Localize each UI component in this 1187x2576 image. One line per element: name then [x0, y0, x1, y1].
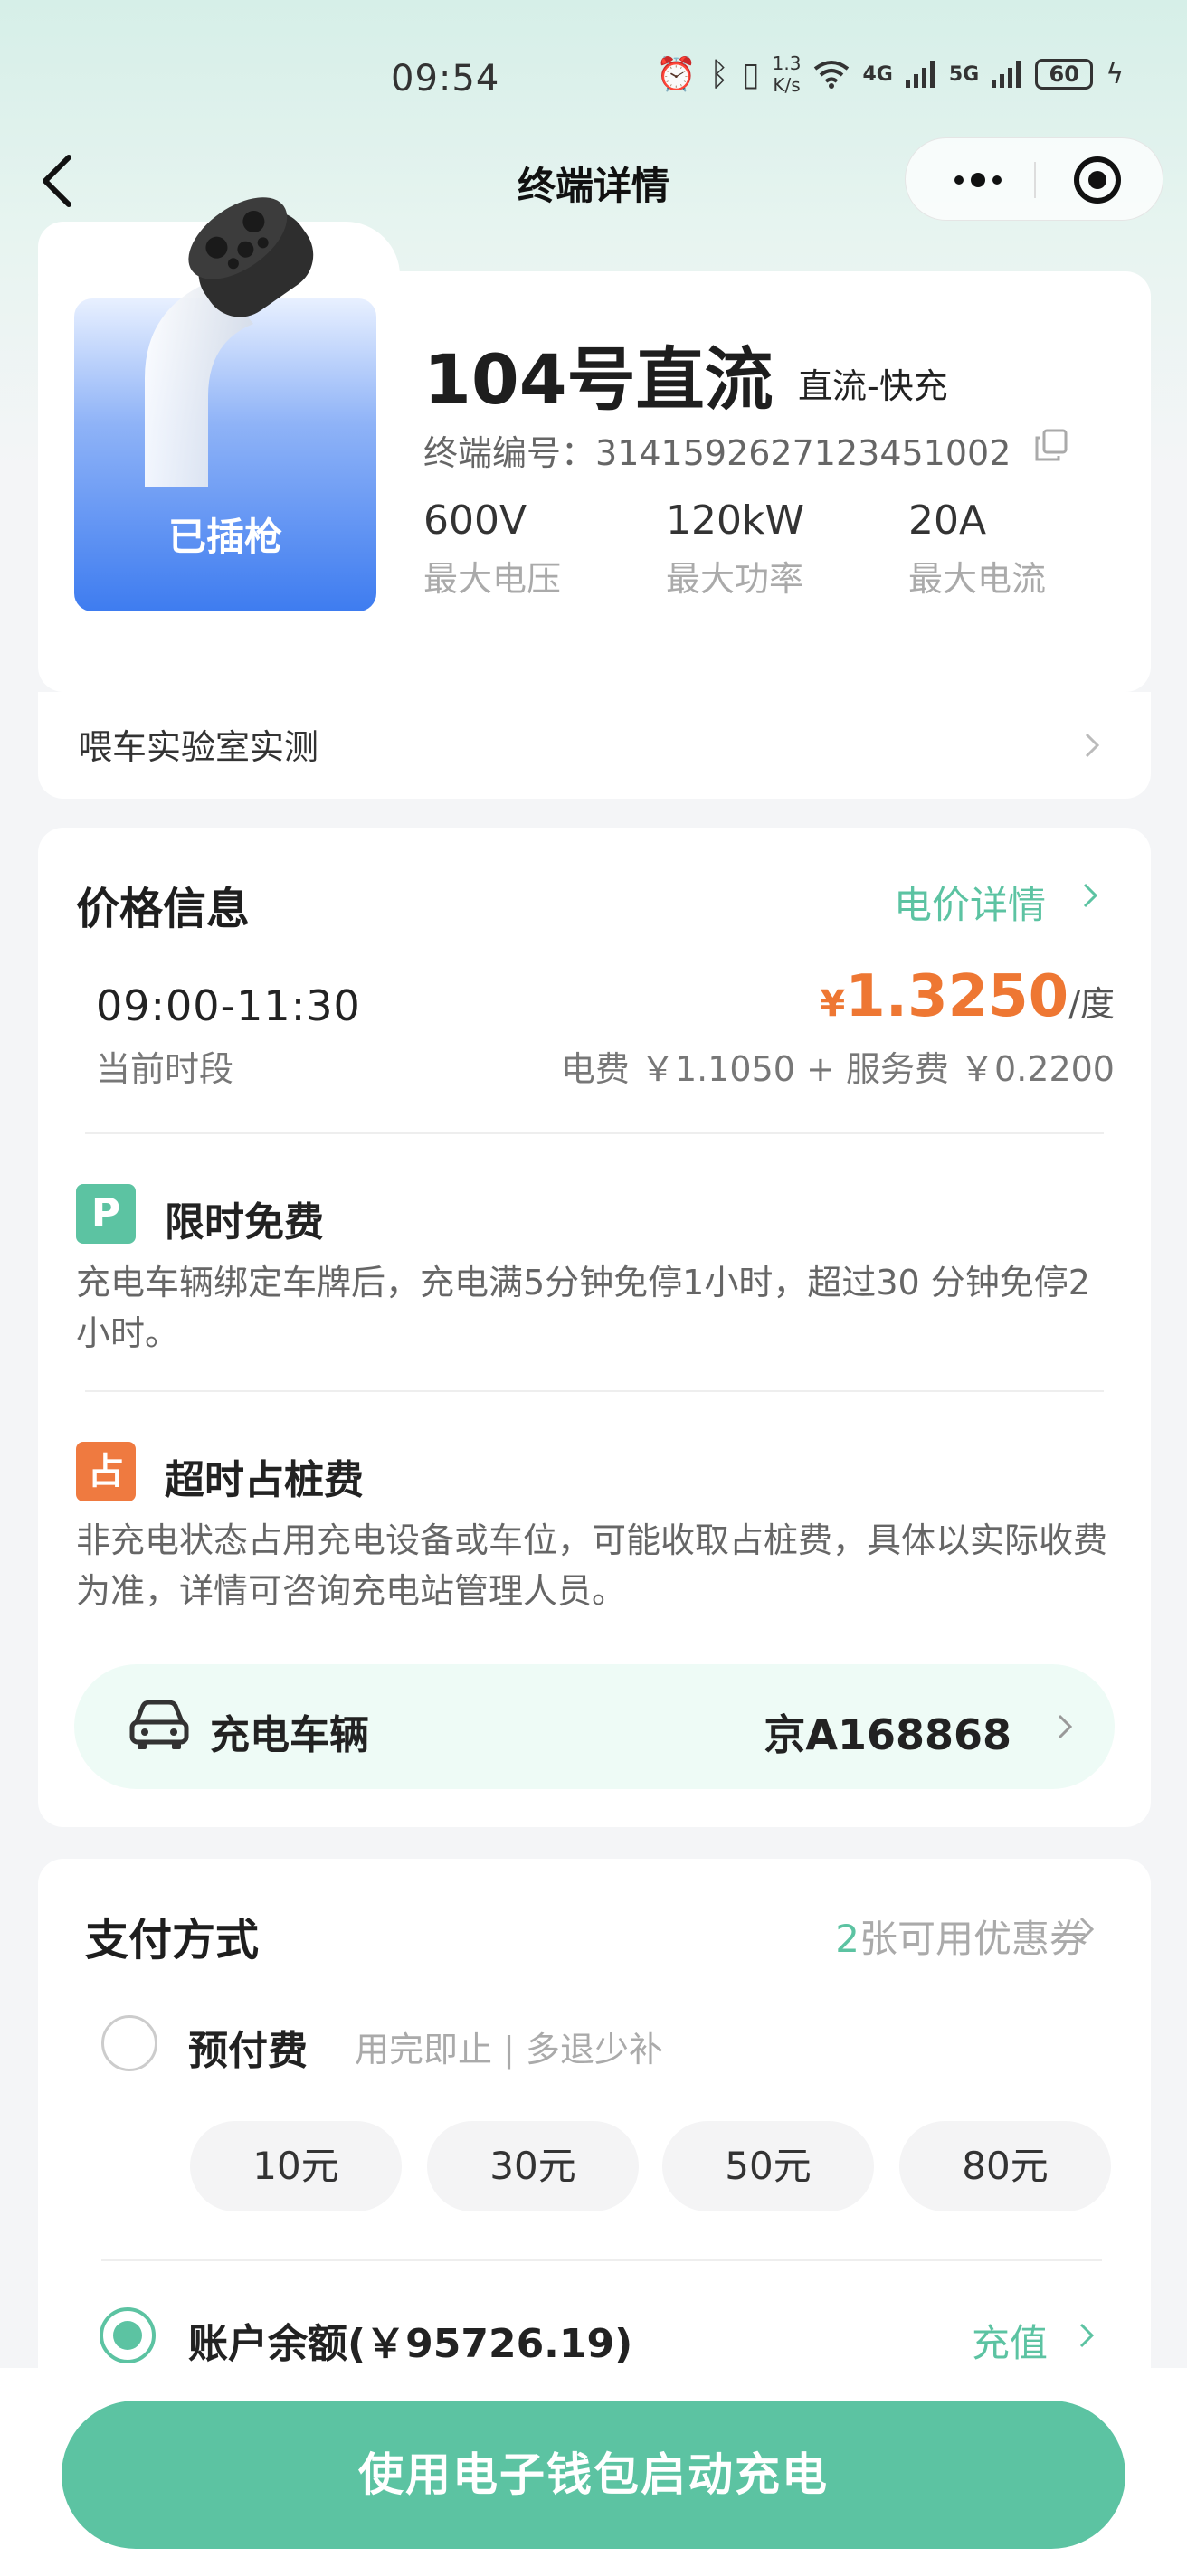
status-time: 09:54 [391, 58, 500, 99]
signal-4g-label: 4G [862, 62, 893, 86]
occupy-icon: 占 [76, 1442, 136, 1501]
net-speed: 1.3 K/s [772, 52, 802, 96]
amount-option-80[interactable]: 80元 [899, 2121, 1111, 2211]
price-breakdown: 电费 ￥1.1050 + 服务费 ￥0.2200 [560, 1049, 1115, 1089]
period-label: 当前时段 [96, 1049, 234, 1089]
signal-icon [905, 61, 935, 88]
terminal-name: 104号直流 [423, 339, 774, 420]
occupy-fee-title: 超时占桩费 [165, 1457, 364, 1503]
price-section-title: 价格信息 [76, 884, 251, 934]
prepay-title: 预付费 [188, 2028, 308, 2074]
plug-status-label: 已插枪 [167, 515, 282, 559]
spec-max-power: 120kW 最大功率 [666, 497, 804, 599]
signal-icon [992, 61, 1021, 88]
battery-icon: 60 [1035, 59, 1094, 90]
chevron-right-icon [1085, 733, 1100, 758]
free-parking-desc: 充电车辆绑定车牌后，充电满5分钟免停1小时，超过30 分钟免停2小时。 [76, 1263, 1090, 1353]
signal-5g-label: 5G [948, 62, 980, 86]
chevron-right-icon [1079, 2323, 1095, 2348]
vibrate-icon: ▯ [741, 55, 760, 93]
chevron-right-icon [1083, 883, 1098, 908]
spec-max-current: 20A 最大电流 [908, 497, 1047, 599]
charging-plug-icon [145, 197, 314, 487]
recharge-link[interactable]: 充值 [972, 2313, 1048, 2368]
bluetooth-icon: ᛒ [709, 55, 729, 93]
divider [85, 1132, 1104, 1134]
chevron-right-icon [1058, 1714, 1073, 1739]
amount-option-50[interactable]: 50元 [662, 2121, 874, 2211]
bottom-action-bar: 使用电子钱包启动充电 [0, 2368, 1187, 2576]
price-info-card: 价格信息 电价详情 09:00-11:30 当前时段 ¥1.3250/度 电费 … [38, 828, 1151, 1827]
vehicle-plate: 京A168868 [764, 1710, 1011, 1759]
prepay-radio[interactable] [101, 2015, 157, 2071]
car-icon [129, 1700, 189, 1749]
vehicle-label: 充电车辆 [210, 1712, 369, 1758]
divider [101, 2259, 1102, 2261]
period-time: 09:00-11:30 [96, 981, 361, 1030]
amount-option-10[interactable]: 10元 [190, 2121, 402, 2211]
status-icons: ⏰ ᛒ ▯ 1.3 K/s 4G 5G 60 ϟ [656, 52, 1124, 96]
mini-program-capsule [905, 137, 1163, 221]
charging-icon: ϟ [1106, 58, 1124, 90]
prepay-subtitle: 用完即止 | 多退少补 [355, 2030, 663, 2069]
free-parking-title: 限时免费 [165, 1199, 324, 1245]
terminal-type: 直流-快充 [798, 366, 948, 406]
chevron-right-icon [1079, 1917, 1095, 1942]
terminal-code: 终端编号：3141592627123451002 [423, 433, 1011, 473]
amount-option-30[interactable]: 30元 [427, 2121, 639, 2211]
divider [85, 1390, 1104, 1392]
charging-vehicle-row[interactable]: 充电车辆 京A168868 [74, 1664, 1115, 1789]
lab-test-row[interactable]: 喂车实验室实测 [38, 692, 1151, 799]
spec-max-voltage: 600V 最大电压 [423, 497, 562, 599]
coupon-link[interactable]: 2张可用优惠券 [835, 1908, 1087, 1964]
balance-title: 账户余额(￥95726.19) [188, 2321, 633, 2367]
payment-section-title: 支付方式 [85, 1915, 260, 1965]
price-detail-link[interactable]: 电价详情 [894, 875, 1046, 930]
close-target-icon[interactable] [1074, 156, 1121, 204]
status-bar: 09:54 ⏰ ᛒ ▯ 1.3 K/s 4G 5G 60 ϟ [0, 0, 1187, 136]
balance-radio[interactable] [100, 2307, 156, 2363]
more-button[interactable] [933, 138, 1023, 222]
lab-test-label: 喂车实验室实测 [78, 727, 319, 767]
wifi-icon [814, 61, 850, 89]
start-charging-button[interactable]: 使用电子钱包启动充电 [62, 2401, 1125, 2549]
alarm-icon: ⏰ [656, 56, 698, 93]
payment-card: 支付方式 2张可用优惠券 预付费 用完即止 | 多退少补 10元 30元 50元… [38, 1859, 1151, 2401]
occupy-fee-desc: 非充电状态占用充电设备或车位，可能收取占桩费，具体以实际收费为准，详情可咨询充电… [76, 1520, 1108, 1611]
current-price: ¥1.3250/度 [820, 963, 1115, 1030]
copy-icon[interactable] [1035, 429, 1068, 461]
parking-icon: P [76, 1184, 136, 1244]
